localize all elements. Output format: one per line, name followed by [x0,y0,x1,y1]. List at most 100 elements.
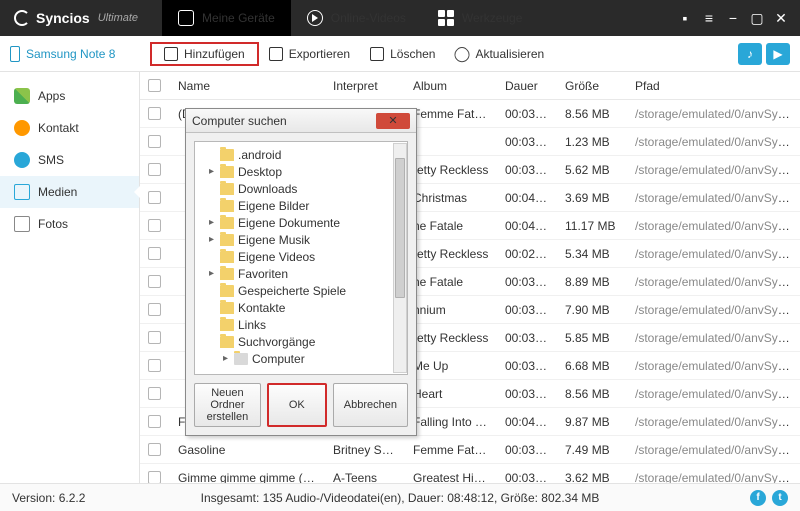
app-logo: Syncios Ultimate [0,10,152,26]
export-button[interactable]: Exportieren [259,42,360,66]
folder-tree[interactable]: .android▸Desktop DownloadsEigene Bilder ▸ E… [194,141,408,375]
tree-item[interactable]: ▸ Computer [199,350,403,367]
folder-browse-dialog: Computer suchen ✕ .android▸Desktop Downlo… [185,108,417,436]
select-all-checkbox[interactable] [148,79,161,92]
tree-item[interactable]: ▸ Eigene Musik [199,231,403,248]
twitter-icon[interactable]: t [772,490,788,506]
row-checkbox[interactable] [148,303,161,316]
cell-dauer: 00:02:54 [497,247,557,261]
cell-groesse: 3.69 MB [557,191,627,205]
row-checkbox[interactable] [148,135,161,148]
maximize-button[interactable]: ▢ [750,11,764,25]
music-view-button[interactable]: ♪ [738,43,762,65]
tree-item[interactable]: ▸ Eigene Dokumente [199,214,403,231]
tree-item[interactable]: Suchvorgänge [199,333,403,350]
sidebar-item-kontakt[interactable]: Kontakt [0,112,139,144]
sidebar-item-medien[interactable]: Medien [0,176,139,208]
refresh-icon [453,44,473,64]
tree-item[interactable]: Downloads [199,180,403,197]
tree-item-label: Computer [252,352,305,366]
cell-groesse: 11.17 MB [557,219,627,233]
col-pfad[interactable]: Pfad [627,79,800,93]
row-checkbox[interactable] [148,415,161,428]
tree-item[interactable]: Gespeicherte Spiele [199,282,403,299]
cancel-button[interactable]: Abbrechen [333,383,408,427]
dialog-titlebar[interactable]: Computer suchen ✕ [186,109,416,133]
minimize-button[interactable]: − [726,11,740,25]
tree-item[interactable]: Kontakte [199,299,403,316]
sidebar-item-fotos[interactable]: Fotos [0,208,139,240]
row-checkbox[interactable] [148,247,161,260]
tab-my-devices[interactable]: Meine Geräte [162,0,291,36]
expand-icon[interactable]: ▸ [207,217,216,228]
trash-icon [370,47,384,61]
table-row[interactable]: GasolineBritney SpearsFemme Fatale00:03:… [140,436,800,464]
version-label: Version: 6.2.2 [12,491,85,505]
tree-item-label: Eigene Videos [238,250,315,264]
play-icon [307,10,323,26]
row-checkbox[interactable] [148,359,161,372]
tree-item-label: Links [238,318,266,332]
device-selector[interactable]: Samsung Note 8 [10,46,140,62]
cell-album: ne Fatale [405,219,497,233]
col-name[interactable]: Name [170,79,325,93]
row-checkbox[interactable] [148,331,161,344]
tree-item-label: Downloads [238,182,297,196]
tree-item[interactable]: Eigene Bilder [199,197,403,214]
tree-item[interactable]: ▸Desktop [199,163,403,180]
expand-icon[interactable]: ▸ [207,268,216,279]
tree-item[interactable]: Eigene Videos [199,248,403,265]
row-checkbox[interactable] [148,275,161,288]
refresh-button[interactable]: Aktualisieren [445,42,554,66]
close-button[interactable]: ✕ [774,11,788,25]
cell-dauer: 00:03:55 [497,471,557,484]
cell-dauer: 00:03:31 [497,359,557,373]
cell-pfad: /storage/emulated/0/anvSyncDr... [627,247,800,261]
sidebar-item-sms[interactable]: SMS [0,144,139,176]
tree-item-label: Eigene Dokumente [238,216,340,230]
tab-tools[interactable]: Werkzeuge [422,0,538,36]
cell-dauer: 00:03:00 [497,135,557,149]
tree-item[interactable]: Links [199,316,403,333]
new-folder-button[interactable]: Neuen Ordner erstellen [194,383,261,427]
row-checkbox[interactable] [148,107,161,120]
expand-icon[interactable]: ▸ [207,234,216,245]
row-checkbox[interactable] [148,387,161,400]
cell-pfad: /storage/emulated/0/anvSyncDr... [627,471,800,484]
tree-scrollbar[interactable] [393,143,407,373]
video-view-button[interactable]: ▶ [766,43,790,65]
row-checkbox[interactable] [148,471,161,483]
tree-item[interactable]: ▸Favoriten [199,265,403,282]
col-groesse[interactable]: Größe [557,79,627,93]
add-icon [164,47,178,61]
tab-online-videos[interactable]: Online-Videos [291,0,422,36]
tree-item-label: Eigene Musik [238,233,310,247]
row-checkbox[interactable] [148,219,161,232]
expand-icon[interactable]: ▸ [207,166,216,177]
toolbar: Samsung Note 8 Hinzufügen Exportieren Lö… [0,36,800,72]
delete-button[interactable]: Löschen [360,42,445,66]
sidebar-item-apps[interactable]: Apps [0,80,139,112]
ok-button[interactable]: OK [267,383,327,427]
add-button[interactable]: Hinzufügen [150,42,259,66]
row-checkbox[interactable] [148,163,161,176]
facebook-icon[interactable]: f [750,490,766,506]
col-interpret[interactable]: Interpret [325,79,405,93]
col-dauer[interactable]: Dauer [497,79,557,93]
col-album[interactable]: Album [405,79,497,93]
cell-groesse: 6.68 MB [557,359,627,373]
expand-icon[interactable]: ▸ [221,353,230,364]
table-row[interactable]: Gimme gimme gimme (a man aft...A-TeensGr… [140,464,800,483]
row-checkbox[interactable] [148,191,161,204]
dialog-close-button[interactable]: ✕ [376,113,410,129]
tree-item-label: Gespeicherte Spiele [238,284,346,298]
menu-icon[interactable]: ≡ [702,11,716,25]
cell-dauer: 00:03:11 [497,331,557,345]
scrollbar-thumb[interactable] [395,158,405,298]
cell-interpret: A-Teens [325,471,405,484]
folder-icon [220,217,234,229]
cell-dauer: 00:03:04 [497,163,557,177]
feedback-icon[interactable]: ▪ [678,11,692,25]
row-checkbox[interactable] [148,443,161,456]
tree-item[interactable]: .android [199,146,403,163]
